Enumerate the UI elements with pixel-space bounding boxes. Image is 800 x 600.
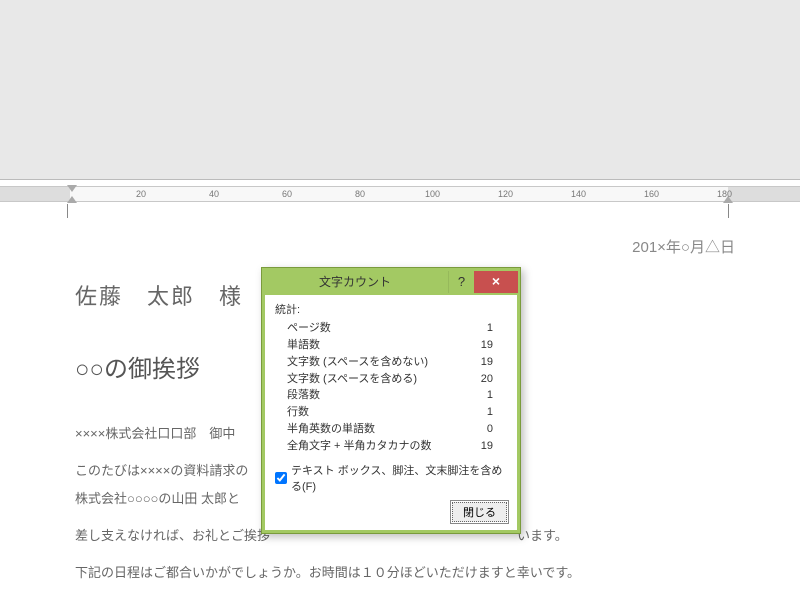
stat-value: 1 [474,388,505,403]
stat-label: 半角英数の単語数 [277,422,472,437]
stat-row: 段落数1 [277,388,505,403]
page-corner-mark [728,204,729,218]
stat-value: 19 [474,439,505,454]
stat-row: 半角英数の単語数0 [277,422,505,437]
stat-value: 1 [474,321,505,336]
stat-label: 段落数 [277,388,472,403]
help-button[interactable]: ? [448,271,474,293]
stat-row: ページ数1 [277,321,505,336]
ruler-tick: 60 [282,189,292,199]
stat-value: 19 [474,355,505,370]
stat-value: 19 [474,338,505,353]
close-button[interactable]: 閉じる [452,502,507,522]
checkbox-input[interactable] [275,472,287,484]
ruler-margin-right [728,187,800,201]
dialog-titlebar[interactable]: 文字カウント ? × [262,268,520,295]
ruler-tick: 80 [355,189,365,199]
stat-row: 単語数19 [277,338,505,353]
stat-value: 0 [474,422,505,437]
word-count-dialog: 文字カウント ? × 統計: ページ数1 単語数19 文字数 (スペースを含めな… [261,267,521,534]
stat-label: 文字数 (スペースを含める) [277,372,472,387]
ruler-tick: 20 [136,189,146,199]
page-corner-mark [67,204,68,218]
dialog-title: 文字カウント [262,273,448,290]
include-textboxes-checkbox[interactable]: テキスト ボックス、脚注、文末脚注を含める(F) [275,462,507,494]
stat-row: 文字数 (スペースを含める)20 [277,372,505,387]
date-text: 201×年○月△日 [75,236,745,257]
horizontal-ruler[interactable]: 20 40 60 80 100 120 140 160 180 [0,186,800,202]
body-line: 下記の日程はご都合いかがでしょうか。お時間は１０分ほどいただけますと幸いです。 [75,559,745,586]
ruler-tick: 40 [209,189,219,199]
left-indent-marker[interactable] [67,196,77,203]
dialog-body: 統計: ページ数1 単語数19 文字数 (スペースを含めない)19 文字数 (ス… [262,295,520,533]
stat-row: 全角文字 + 半角カタカナの数19 [277,439,505,454]
stat-label: ページ数 [277,321,472,336]
stat-row: 文字数 (スペースを含めない)19 [277,355,505,370]
app-chrome-area [0,0,800,180]
right-indent-marker[interactable] [723,196,733,203]
ruler-tick: 140 [571,189,586,199]
ruler-tick: 100 [425,189,440,199]
stats-table: ページ数1 単語数19 文字数 (スペースを含めない)19 文字数 (スペースを… [275,319,507,456]
checkbox-label: テキスト ボックス、脚注、文末脚注を含める(F) [291,462,507,494]
stat-label: 行数 [277,405,472,420]
ruler-margin-left [0,187,70,201]
stat-label: 単語数 [277,338,472,353]
stats-header: 統計: [275,301,507,317]
stat-value: 20 [474,372,505,387]
ruler-tick: 160 [644,189,659,199]
ruler-tick: 120 [498,189,513,199]
stat-label: 全角文字 + 半角カタカナの数 [277,439,472,454]
stat-row: 行数1 [277,405,505,420]
first-line-indent-marker[interactable] [67,185,77,192]
dialog-footer: 閉じる [275,502,507,522]
stat-label: 文字数 (スペースを含めない) [277,355,472,370]
close-button-x[interactable]: × [474,271,518,293]
stat-value: 1 [474,405,505,420]
